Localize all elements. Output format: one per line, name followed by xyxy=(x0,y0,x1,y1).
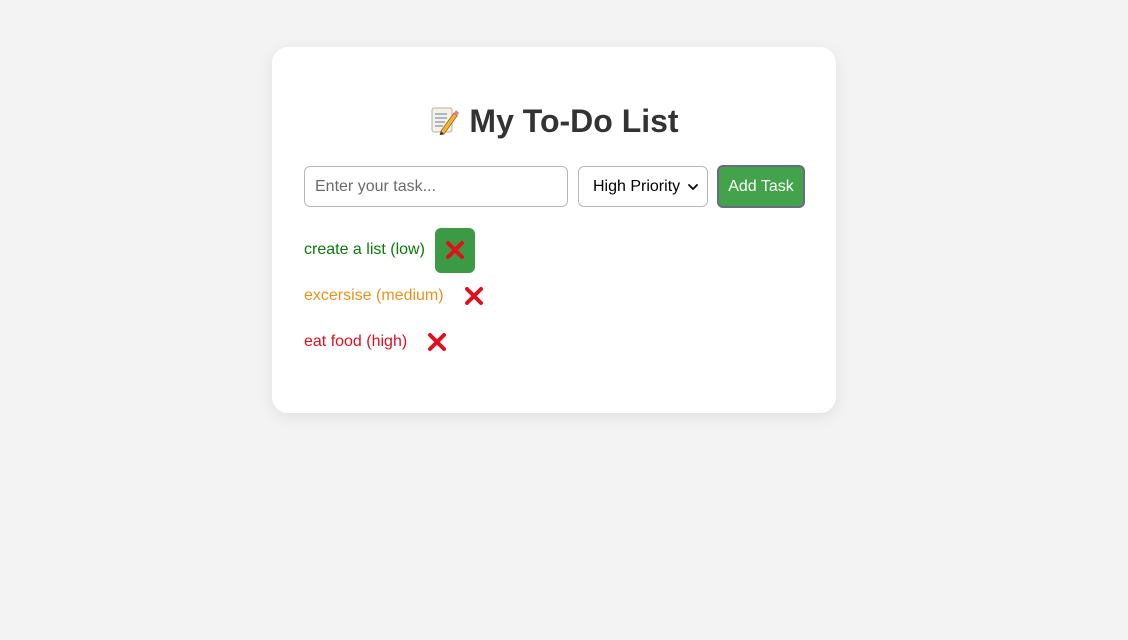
page-title: My To-Do List xyxy=(272,102,836,140)
chevron-down-icon xyxy=(688,183,698,190)
task-text: create a list (low) xyxy=(304,241,425,258)
delete-task-button[interactable] xyxy=(454,274,494,319)
title-text: My To-Do List xyxy=(469,103,679,139)
delete-task-button[interactable] xyxy=(434,227,475,273)
memo-icon xyxy=(431,107,460,135)
add-task-button[interactable]: Add Task xyxy=(717,165,805,208)
task-list: create a list (low) excersise (medium) e… xyxy=(304,227,494,365)
cross-mark-icon xyxy=(464,287,483,305)
task-item: excersise (medium) xyxy=(304,273,494,319)
task-item: create a list (low) xyxy=(304,227,494,273)
priority-select[interactable]: High Priority xyxy=(578,166,708,207)
task-item: eat food (high) xyxy=(304,319,494,365)
task-input[interactable] xyxy=(304,166,568,207)
todo-card: My To-Do List High Priority Add Task cre… xyxy=(272,47,836,413)
add-task-button-label: Add Task xyxy=(728,177,794,195)
task-text: eat food (high) xyxy=(304,333,408,350)
cross-mark-icon xyxy=(445,241,464,259)
priority-select-value: High Priority xyxy=(593,177,681,195)
cross-mark-icon xyxy=(428,333,447,351)
task-text: excersise (medium) xyxy=(304,287,444,304)
delete-task-button[interactable] xyxy=(417,320,457,365)
